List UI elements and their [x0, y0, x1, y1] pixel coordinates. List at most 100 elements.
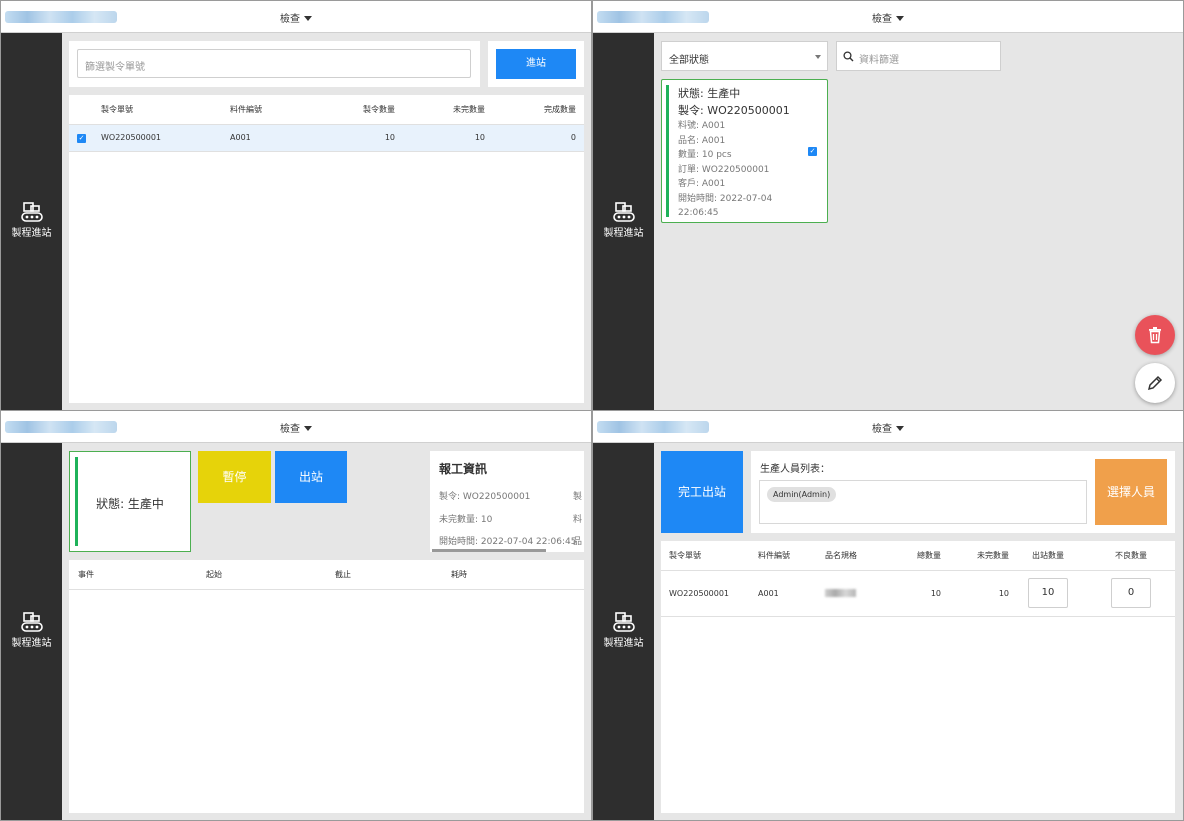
table-row: WO220500001 A001 10 10 10 0 — [661, 570, 1175, 617]
table-row[interactable]: ✓ WO220500001 A001 10 10 0 — [69, 124, 584, 152]
card-start-date: 開始時間: 2022-07-04 — [678, 193, 773, 204]
sidebar-item-label: 製程進站 — [603, 228, 644, 239]
report-title: 報工資訊 — [439, 462, 488, 476]
crew-list-box[interactable]: Admin(Admin) — [759, 480, 1087, 524]
report-remaining: 未完數量: 10 — [439, 515, 493, 525]
cell-order: WO220500001 — [661, 570, 758, 617]
enter-button[interactable]: 進站 — [496, 49, 576, 79]
inspect-menu[interactable]: 檢查 — [872, 10, 904, 25]
chevron-down-icon — [815, 55, 821, 59]
cell-order: WO220500001 — [101, 124, 230, 152]
sidebar-item-process-entry[interactable]: 製程進站 — [593, 201, 654, 239]
exit-station-button[interactable]: 出站 — [275, 451, 347, 503]
work-order-details: 狀態: 生產中 製令: WO220500001 料號: A001 品名: A00… — [678, 86, 790, 221]
trash-icon — [1149, 327, 1161, 344]
cell-item: A001 — [230, 124, 325, 152]
defect-qty-input[interactable]: 0 — [1111, 578, 1151, 608]
col-remaining: 未完數量 — [941, 541, 1009, 571]
cell-remaining: 10 — [395, 124, 485, 152]
delete-button[interactable] — [1135, 315, 1175, 355]
pencil-icon — [1147, 375, 1163, 391]
caret-down-icon — [896, 16, 904, 21]
order-table: 製令單號 料件編號 製令數量 未完數量 完成數量 ✓ WO220500001 A… — [69, 95, 584, 152]
card-customer: 客戶: A001 — [678, 179, 726, 189]
work-in-progress-screen: 檢查 製程進站 狀態: 生產中 暫停 出站 報工資訊 製令: WO2205000… — [0, 410, 592, 821]
redacted-spec — [825, 589, 856, 597]
col-order: 製令單號 — [661, 541, 758, 571]
conveyor-icon — [612, 202, 635, 222]
pause-button[interactable]: 暫停 — [198, 451, 271, 503]
sidebar-item-process-entry[interactable]: 製程進站 — [1, 201, 62, 239]
check-icon[interactable]: ✓ — [77, 133, 86, 143]
cell-qty: 10 — [325, 124, 395, 152]
crew-card: 生產人員列表： Admin(Admin) 選擇人員 — [751, 451, 1175, 533]
exit-table: 製令單號 料件編號 品名規格 總數量 未完數量 出站數量 不良數量 WO2205… — [661, 541, 1175, 617]
data-filter-input[interactable]: 資料篩選 — [836, 41, 1001, 71]
company-logo — [5, 421, 117, 433]
work-order-card[interactable]: 狀態: 生產中 製令: WO220500001 料號: A001 品名: A00… — [661, 79, 828, 223]
conveyor-icon — [20, 612, 43, 632]
status-select[interactable]: 全部狀態 — [661, 41, 828, 71]
col-order: 製令單號 — [101, 95, 230, 125]
card-sales-order: 訂單: WO220500001 — [678, 164, 770, 175]
table-header: 製令單號 料件編號 品名規格 總數量 未完數量 出站數量 不良數量 — [661, 541, 1175, 571]
crew-list-label: 生產人員列表： — [760, 464, 830, 475]
cell-total: 10 — [904, 570, 941, 617]
sidebar: 製程進站 — [593, 33, 654, 410]
card-name: 品名: A001 — [678, 135, 726, 146]
card-qty: 數量: 10 pcs — [678, 150, 732, 160]
inspect-menu[interactable]: 檢查 — [280, 10, 312, 25]
report-order: 製令: WO220500001 — [439, 492, 531, 502]
card-order: 製令: WO220500001 — [678, 104, 790, 117]
menu-label: 檢查 — [872, 14, 892, 25]
search-placeholder: 資料篩選 — [859, 55, 899, 66]
col-total: 總數量 — [904, 541, 941, 571]
finish-exit-screen: 檢查 製程進站 完工出站 生產人員列表： Admin(Admin) 選擇人員 製… — [592, 410, 1184, 821]
card-start-time: 22:06:45 — [678, 208, 719, 218]
select-crew-button[interactable]: 選擇人員 — [1095, 459, 1167, 525]
col-start: 起始 — [197, 560, 326, 590]
check-icon[interactable]: ✓ — [808, 147, 817, 156]
exit-table-card: 製令單號 料件編號 品名規格 總數量 未完數量 出站數量 不良數量 WO2205… — [661, 541, 1175, 813]
sidebar-item-label: 製程進站 — [603, 638, 644, 649]
col-defect-qty: 不良數量 — [1087, 541, 1175, 571]
cell-done: 0 — [485, 124, 584, 152]
conveyor-icon — [20, 202, 43, 222]
col-duration: 耗時 — [442, 560, 584, 590]
table-header: 事件 起始 截止 耗時 — [69, 560, 584, 590]
company-logo — [597, 421, 709, 433]
status-text: 狀態: 生產中 — [96, 497, 164, 511]
sidebar: 製程進站 — [1, 33, 62, 410]
col-qty: 製令數量 — [325, 95, 395, 125]
table-header: 製令單號 料件編號 製令數量 未完數量 完成數量 — [69, 95, 584, 125]
card-part: 料號: A001 — [678, 121, 726, 131]
caret-down-icon — [304, 426, 312, 431]
order-filter-input[interactable]: 篩選製令單號 — [77, 49, 471, 78]
col-spec: 品名規格 — [825, 541, 904, 571]
crew-chip[interactable]: Admin(Admin) — [767, 487, 837, 502]
company-logo — [597, 11, 709, 23]
cell-remaining: 10 — [941, 570, 1009, 617]
caret-down-icon — [896, 426, 904, 431]
report-start: 開始時間: 2022-07-04 22:06:45 — [439, 537, 577, 547]
col-done: 完成數量 — [485, 95, 584, 125]
report-order-overflow: 製 — [573, 492, 583, 502]
edit-button[interactable] — [1135, 363, 1175, 403]
sidebar-item-process-entry[interactable]: 製程進站 — [1, 611, 62, 649]
top-bar: 檢查 — [593, 411, 1183, 443]
status-card: 狀態: 生產中 — [69, 451, 191, 552]
status-indicator-bar — [666, 85, 669, 217]
finish-exit-button[interactable]: 完工出站 — [661, 451, 743, 533]
sidebar: 製程進站 — [593, 443, 654, 820]
horizontal-scrollbar[interactable] — [432, 549, 546, 552]
event-table-card: 事件 起始 截止 耗時 — [69, 560, 584, 813]
sidebar-item-process-entry[interactable]: 製程進站 — [593, 611, 654, 649]
col-item: 料件編號 — [758, 541, 825, 571]
out-qty-input[interactable]: 10 — [1028, 578, 1068, 608]
inspect-menu[interactable]: 檢查 — [280, 420, 312, 435]
report-info-panel[interactable]: 報工資訊 製令: WO220500001 製 未完數量: 10 料 開始時間: … — [430, 451, 584, 552]
inspect-menu[interactable]: 檢查 — [872, 420, 904, 435]
col-remaining: 未完數量 — [395, 95, 485, 125]
enter-station-screen: 檢查 製程進站 篩選製令單號 進站 製令單號 料件編號 製令數量 未完數量 完成… — [0, 0, 592, 411]
order-table-card: 製令單號 料件編號 製令數量 未完數量 完成數量 ✓ WO220500001 A… — [69, 95, 584, 403]
